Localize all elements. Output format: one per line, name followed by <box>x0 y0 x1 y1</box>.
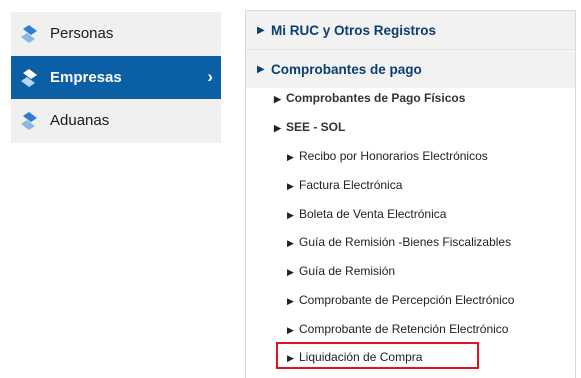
triangle-right-icon: ▶ <box>287 210 294 220</box>
triangle-right-icon: ▶ <box>287 152 294 162</box>
sunat-diamond-icon <box>21 25 37 43</box>
sunat-diamond-icon <box>21 112 37 130</box>
left-navigation: Personas Empresas › Aduanas <box>11 12 221 143</box>
menu-item-factura[interactable]: ▶ Factura Electrónica <box>287 178 402 192</box>
menu-item-retencion[interactable]: ▶ Comprobante de Retención Electrónico <box>287 322 508 336</box>
triangle-right-icon: ▶ <box>257 63 265 75</box>
menu-item-label: Comprobante de Retención Electrónico <box>299 322 509 336</box>
triangle-right-icon: ▶ <box>287 181 294 191</box>
section-mi-ruc[interactable]: ▶ Mi RUC y Otros Registros <box>246 11 575 49</box>
nav-label-personas: Personas <box>50 25 114 42</box>
sunat-diamond-icon <box>21 69 37 87</box>
menu-item-label: Guía de Remisión -Bienes Fiscalizables <box>299 235 512 249</box>
menu-item-guia-bienes[interactable]: ▶ Guía de Remisión -Bienes Fiscalizables <box>287 235 511 249</box>
highlight-box <box>276 342 479 369</box>
nav-item-personas[interactable]: Personas <box>11 12 221 55</box>
nav-item-empresas[interactable]: Empresas › <box>11 56 221 99</box>
triangle-right-icon: ▶ <box>287 296 294 306</box>
menu-item-label: Factura Electrónica <box>299 178 403 192</box>
section-label: Comprobantes de pago <box>271 61 422 77</box>
nav-label-empresas: Empresas <box>50 69 122 86</box>
triangle-right-icon: ▶ <box>274 94 281 104</box>
triangle-right-icon: ▶ <box>287 238 294 248</box>
triangle-right-icon: ▶ <box>287 267 294 277</box>
subsection-label: SEE - SOL <box>286 120 346 134</box>
menu-item-label: Recibo por Honorarios Electrónicos <box>299 149 488 163</box>
menu-item-percepcion[interactable]: ▶ Comprobante de Percepción Electrónico <box>287 293 514 307</box>
menu-item-recibo-honorarios[interactable]: ▶ Recibo por Honorarios Electrónicos <box>287 149 488 163</box>
section-comprobantes-de-pago[interactable]: ▶ Comprobantes de pago <box>246 50 575 88</box>
subsection-label: Comprobantes de Pago Físicos <box>286 91 466 105</box>
menu-item-label: Boleta de Venta Electrónica <box>299 207 447 221</box>
subsection-see-sol[interactable]: ▶ SEE - SOL <box>274 120 345 134</box>
triangle-right-icon: ▶ <box>287 325 294 335</box>
menu-item-label: Comprobante de Percepción Electrónico <box>299 293 515 307</box>
menu-item-label: Guía de Remisión <box>299 264 396 278</box>
triangle-right-icon: ▶ <box>274 123 281 133</box>
section-label: Mi RUC y Otros Registros <box>271 22 437 38</box>
menu-item-boleta[interactable]: ▶ Boleta de Venta Electrónica <box>287 207 446 221</box>
subsection-comprobantes-fisicos[interactable]: ▶ Comprobantes de Pago Físicos <box>274 91 465 105</box>
triangle-right-icon: ▶ <box>257 24 265 36</box>
submenu-panel: ▶ Mi RUC y Otros Registros ▶ Comprobante… <box>245 10 576 378</box>
menu-item-guia-remision[interactable]: ▶ Guía de Remisión <box>287 264 395 278</box>
chevron-right-icon: › <box>207 67 213 86</box>
nav-item-aduanas[interactable]: Aduanas <box>11 99 221 142</box>
nav-label-aduanas: Aduanas <box>50 112 110 129</box>
